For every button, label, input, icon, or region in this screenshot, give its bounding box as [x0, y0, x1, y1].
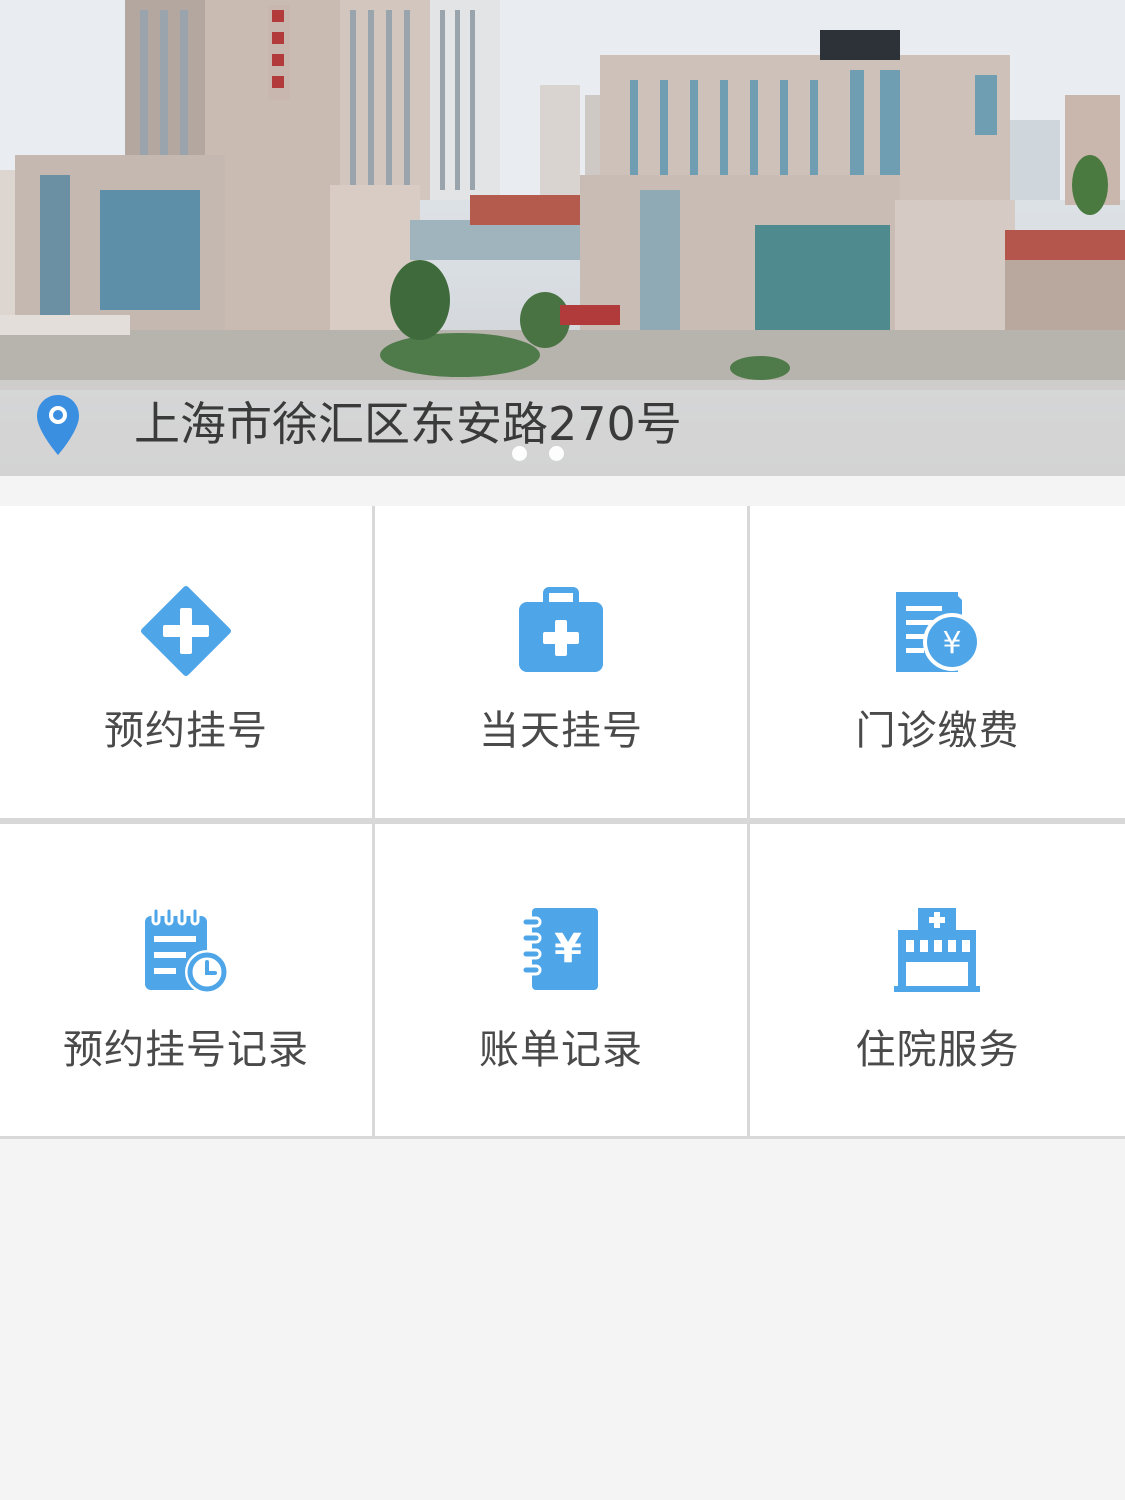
menu-item-label: 预约挂号 — [104, 708, 268, 754]
menu-item-appointment-records[interactable]: 预约挂号记录 — [0, 824, 372, 1136]
menu-item-inpatient[interactable]: 住院服务 — [750, 824, 1125, 1136]
medical-kit-icon — [519, 587, 603, 672]
menu-item-outpatient-pay[interactable]: ¥ 门诊缴费 — [750, 506, 1125, 818]
svg-text:¥: ¥ — [554, 926, 582, 972]
hospital-address: 上海市徐汇区东安路270号 — [134, 397, 682, 451]
location-pin-icon — [37, 395, 79, 455]
menu-item-label: 当天挂号 — [479, 708, 643, 754]
menu-item-label: 门诊缴费 — [855, 708, 1020, 754]
menu-item-appointment[interactable]: 预约挂号 — [0, 506, 372, 818]
plus-diamond-icon — [141, 586, 231, 676]
notebook-yen-icon: ¥ — [520, 908, 598, 990]
service-menu-grid: 预约挂号 当天挂号 ¥ 门诊缴费 预约挂号记录 ¥ 账单记录 住院服务 — [0, 506, 1125, 1139]
svg-text:¥: ¥ — [942, 626, 961, 661]
hospital-banner-carousel[interactable]: 上海市徐汇区东安路270号 — [0, 0, 1125, 476]
carousel-dot-2[interactable] — [549, 446, 564, 461]
carousel-dot-1[interactable] — [512, 446, 527, 461]
carousel-indicator[interactable] — [512, 446, 564, 461]
menu-item-same-day[interactable]: 当天挂号 — [375, 506, 747, 818]
menu-item-label: 住院服务 — [855, 1027, 1020, 1073]
hospital-building-icon — [894, 908, 980, 992]
menu-item-label: 账单记录 — [479, 1027, 643, 1073]
menu-item-label: 预约挂号记录 — [63, 1027, 309, 1073]
notepad-clock-icon — [145, 906, 229, 994]
menu-item-bill-records[interactable]: ¥ 账单记录 — [375, 824, 747, 1136]
bill-yen-icon: ¥ — [896, 592, 981, 672]
